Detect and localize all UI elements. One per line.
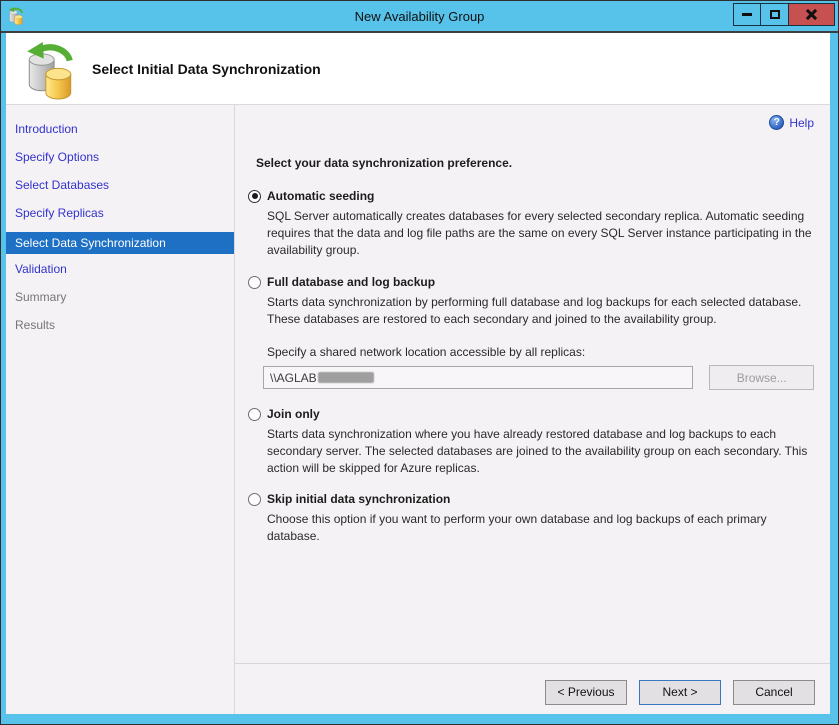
titlebar: New Availability Group <box>1 1 838 31</box>
sidebar-item-introduction[interactable]: Introduction <box>6 117 234 145</box>
maximize-icon <box>770 10 780 19</box>
sidebar-item-select-databases[interactable]: Select Databases <box>6 173 234 201</box>
minimize-button[interactable] <box>733 3 761 26</box>
help-link[interactable]: ? Help <box>769 115 814 130</box>
option-automatic-seeding: Automatic seeding SQL Server automatical… <box>248 189 814 259</box>
previous-button[interactable]: < Previous <box>545 680 627 705</box>
maximize-button[interactable] <box>761 3 789 26</box>
radio-full-backup[interactable] <box>248 276 261 289</box>
sidebar-item-results: Results <box>6 313 234 341</box>
window-title: New Availability Group <box>1 9 838 24</box>
radio-label-full-backup[interactable]: Full database and log backup <box>267 275 435 289</box>
redacted-text <box>318 372 374 383</box>
full-backup-description: Starts data synchronization by performin… <box>267 294 830 328</box>
availability-group-app-icon <box>7 7 25 25</box>
page-title: Select Initial Data Synchronization <box>92 61 321 77</box>
option-join-only: Join only Starts data synchronization wh… <box>248 407 814 477</box>
wizard-steps-sidebar: Introduction Specify Options Select Data… <box>6 105 234 714</box>
option-skip-sync: Skip initial data synchronization Choose… <box>248 492 814 545</box>
wizard-footer: < Previous Next > Cancel <box>235 663 830 714</box>
sidebar-item-validation[interactable]: Validation <box>6 257 234 285</box>
new-availability-group-window: New Availability Group <box>0 0 839 725</box>
availability-group-icon <box>24 42 76 100</box>
radio-label-join-only[interactable]: Join only <box>267 407 320 421</box>
next-button[interactable]: Next > <box>639 680 721 705</box>
radio-automatic-seeding[interactable] <box>248 190 261 203</box>
radio-label-skip-sync[interactable]: Skip initial data synchronization <box>267 492 450 506</box>
radio-label-automatic-seeding[interactable]: Automatic seeding <box>267 189 374 203</box>
cancel-button[interactable]: Cancel <box>733 680 815 705</box>
radio-join-only[interactable] <box>248 408 261 421</box>
skip-sync-description: Choose this option if you want to perfor… <box>267 511 830 545</box>
automatic-seeding-description: SQL Server automatically creates databas… <box>267 208 830 259</box>
sidebar-item-specify-replicas[interactable]: Specify Replicas <box>6 201 234 229</box>
sidebar-item-summary: Summary <box>6 285 234 313</box>
close-icon <box>805 8 818 21</box>
sidebar-item-specify-options[interactable]: Specify Options <box>6 145 234 173</box>
browse-button[interactable]: Browse... <box>709 365 814 390</box>
window-controls <box>733 3 835 26</box>
option-full-backup: Full database and log backup Starts data… <box>248 275 814 390</box>
sync-preference-prompt: Select your data synchronization prefere… <box>256 156 814 170</box>
help-icon: ? <box>769 115 784 130</box>
radio-skip-sync[interactable] <box>248 493 261 506</box>
help-label: Help <box>789 116 814 130</box>
close-button[interactable] <box>789 3 835 26</box>
network-location-value: \\AGLAB <box>270 371 317 385</box>
wizard-header: Select Initial Data Synchronization <box>6 33 830 105</box>
minimize-icon <box>742 13 752 16</box>
sidebar-item-select-data-synchronization[interactable]: Select Data Synchronization <box>6 232 234 254</box>
network-location-input[interactable]: \\AGLAB <box>263 366 693 389</box>
network-location-label: Specify a shared network location access… <box>267 345 814 359</box>
join-only-description: Starts data synchronization where you ha… <box>267 426 830 477</box>
